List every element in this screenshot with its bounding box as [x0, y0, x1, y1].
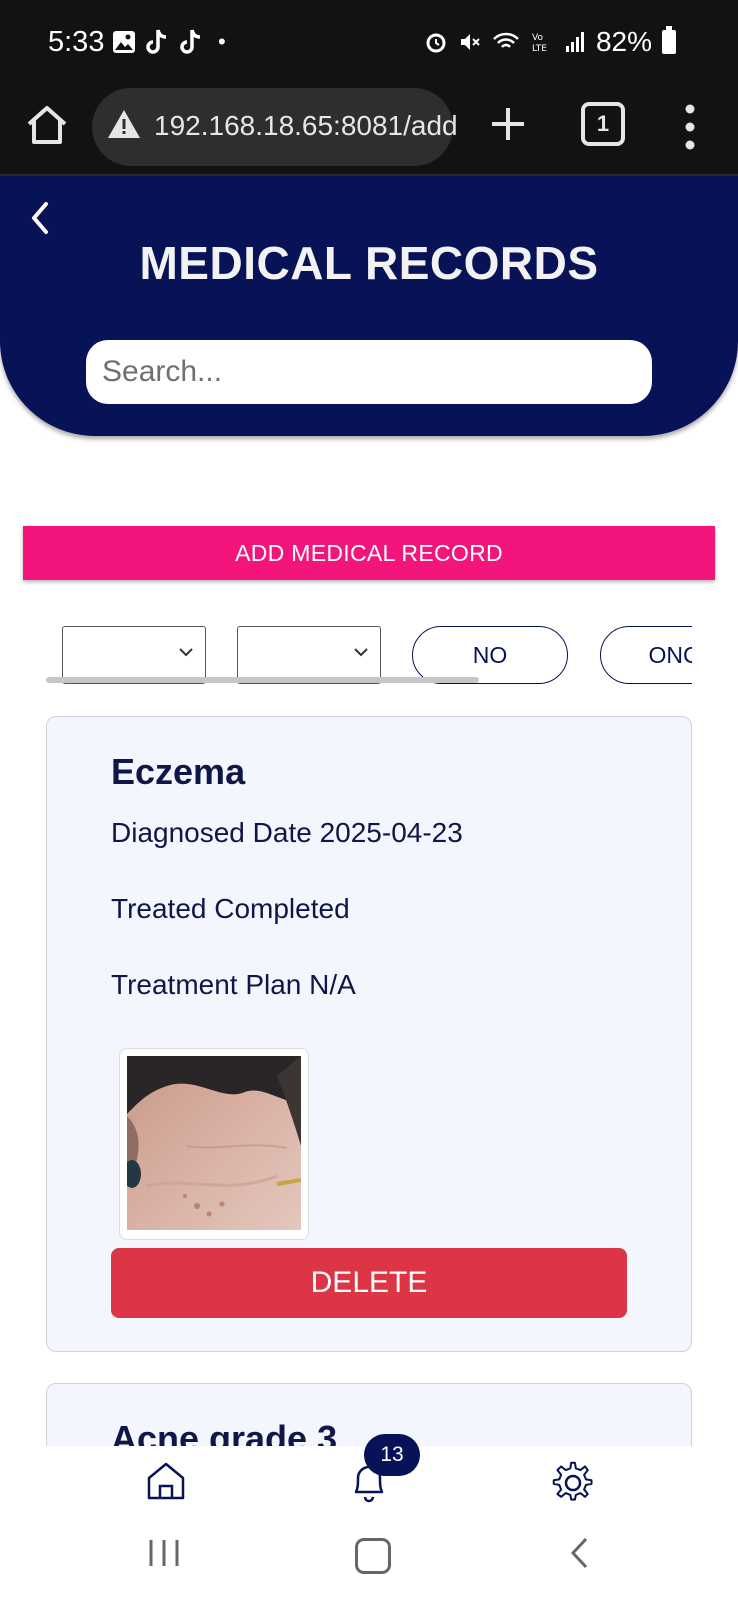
warning-icon	[108, 110, 140, 138]
record-photo	[127, 1056, 301, 1230]
filter-select-2[interactable]	[237, 626, 381, 684]
browser-toolbar: 192.168.18.65:8081/add 1	[0, 86, 738, 176]
tiktok-icon	[146, 29, 167, 54]
more-menu-icon[interactable]	[683, 102, 697, 152]
bottom-nav: 13	[0, 1434, 738, 1516]
app-header: MEDICAL RECORDS	[0, 176, 738, 436]
home-icon[interactable]	[146, 1460, 186, 1502]
svg-text:Vo: Vo	[532, 33, 543, 43]
browser-home-icon[interactable]	[24, 102, 70, 148]
tiktok-icon	[180, 29, 201, 54]
svg-text:LTE: LTE	[532, 44, 547, 54]
address-bar[interactable]: 192.168.18.65:8081/add	[92, 88, 458, 166]
filter-pill-no[interactable]: NO	[412, 626, 568, 684]
battery-percent: 82%	[595, 26, 652, 57]
record-treatment-status: Treated Completed	[111, 893, 350, 924]
page-title: MEDICAL RECORDS	[139, 237, 599, 289]
record-title: Eczema	[111, 751, 246, 792]
chevron-down-icon	[354, 648, 368, 657]
system-navigation-bar	[0, 1516, 738, 1599]
search-input[interactable]	[86, 340, 652, 404]
mute-icon	[460, 34, 480, 50]
system-back-icon[interactable]	[568, 1536, 590, 1570]
new-tab-icon[interactable]	[486, 102, 530, 146]
signal-icon	[565, 32, 584, 52]
back-arrow-icon[interactable]	[26, 198, 52, 238]
tab-switcher-button[interactable]: 1	[581, 102, 625, 146]
record-card: Eczema Diagnosed Date 2025-04-23 Treated…	[46, 716, 692, 1352]
settings-gear-icon[interactable]	[551, 1460, 595, 1504]
wifi-icon	[493, 32, 519, 48]
gallery-icon	[113, 31, 135, 53]
delete-button[interactable]: DELETE	[111, 1248, 627, 1318]
volte-icon: VoLTE	[532, 33, 547, 54]
chevron-down-icon	[179, 648, 193, 657]
status-dot: •	[218, 29, 226, 54]
record-treatment-plan: Treatment Plan N/A	[111, 969, 356, 1000]
battery-icon	[662, 26, 676, 54]
system-home-icon[interactable]	[355, 1538, 391, 1574]
record-diagnosed-date: Diagnosed Date 2025-04-23	[111, 817, 463, 848]
url-text: 192.168.18.65:8081/add	[154, 110, 458, 141]
recent-apps-icon[interactable]	[148, 1538, 180, 1568]
record-photo-thumbnail[interactable]	[119, 1048, 309, 1240]
filter-pill-ongoing[interactable]: ONC	[600, 626, 692, 684]
status-bar: 5:33 • Vo LTE 82%	[0, 0, 738, 86]
filter-row: NO ONC	[46, 620, 692, 684]
alarm-icon	[426, 33, 446, 53]
filter-select-1[interactable]	[62, 626, 206, 684]
horizontal-scrollbar[interactable]	[46, 677, 479, 683]
notification-count-badge: 13	[364, 1434, 420, 1476]
status-time: 5:33	[48, 26, 105, 58]
add-medical-record-button[interactable]: ADD MEDICAL RECORD	[23, 526, 715, 580]
